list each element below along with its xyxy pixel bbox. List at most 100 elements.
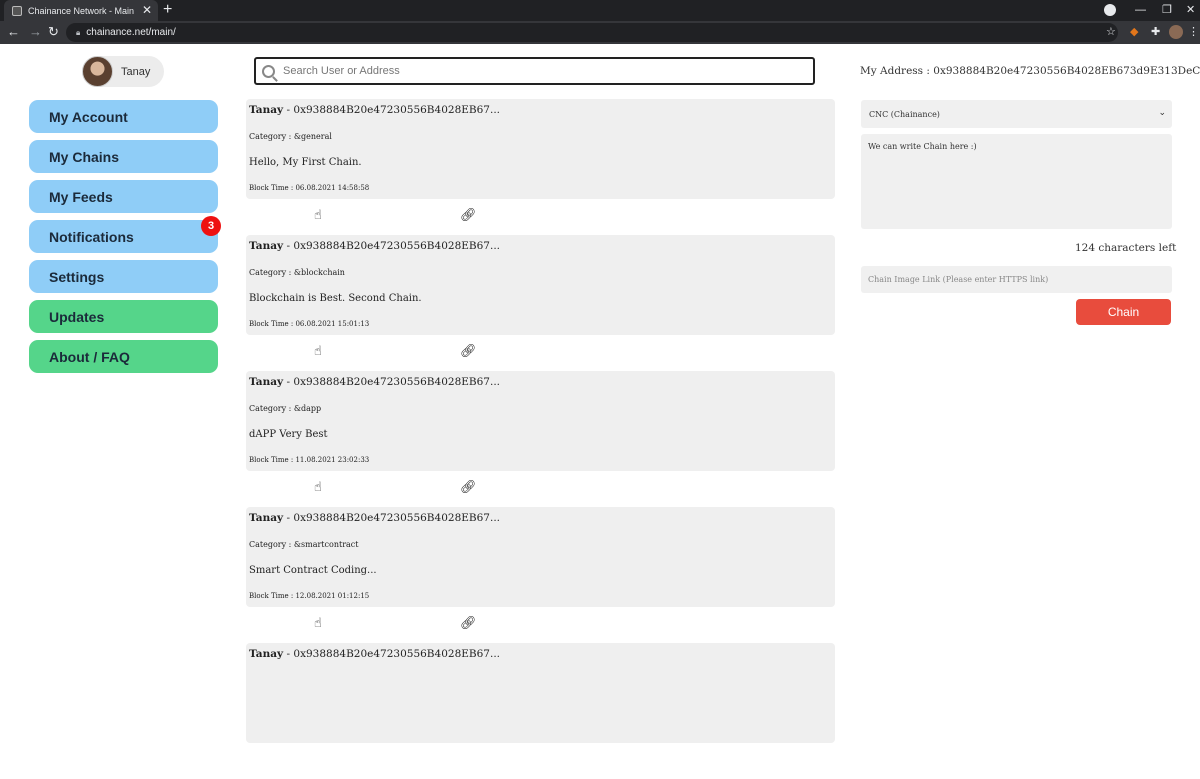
- feed-post: Tanay - 0x938884B20e47230556B4028EB67...…: [246, 99, 835, 235]
- network-selected-value: CNC (Chainance): [869, 109, 940, 119]
- post-category: Category : &dapp: [249, 404, 322, 413]
- nav-notifications[interactable]: Notifications 3: [29, 216, 221, 253]
- url-path: /main/: [148, 27, 176, 38]
- post-block-time: Block Time : 12.08.2021 01:12:15: [249, 592, 370, 600]
- browser-tab[interactable]: Chainance Network - Main ✕: [4, 0, 158, 21]
- post-text: dAPP Very Best: [249, 429, 328, 440]
- forward-icon[interactable]: →: [29, 24, 42, 40]
- post-address[interactable]: 0x938884B20e47230556B4028EB67...: [293, 512, 500, 524]
- lock-icon: 🔒︎: [76, 27, 81, 37]
- post-separator: -: [283, 376, 294, 388]
- browser-menu-icon[interactable]: ⋮: [1188, 25, 1199, 39]
- metamask-extension-icon[interactable]: ◆: [1130, 25, 1138, 39]
- post-header: Tanay - 0x938884B20e47230556B4028EB67...: [249, 104, 500, 116]
- nav-label: Updates: [49, 308, 105, 325]
- post-header: Tanay - 0x938884B20e47230556B4028EB67...: [249, 512, 500, 524]
- post-address[interactable]: 0x938884B20e47230556B4028EB67...: [293, 648, 500, 660]
- bookmark-star-icon[interactable]: ☆: [1106, 25, 1116, 39]
- post-card[interactable]: Tanay - 0x938884B20e47230556B4028EB67...…: [246, 371, 835, 471]
- link-chain-icon[interactable]: 🔗︎: [460, 207, 477, 223]
- browser-toolbar: ← → ↻ 🔒︎ chainance.net/main/ ☆ ◆ ✚ ⋮: [0, 21, 1200, 44]
- user-name: Tanay: [121, 65, 151, 78]
- feed-post: Tanay - 0x938884B20e47230556B4028EB67...: [246, 643, 835, 779]
- post-text: Blockchain is Best. Second Chain.: [249, 293, 422, 304]
- chain-image-link-input[interactable]: Chain Image Link (Please enter HTTPS lin…: [861, 266, 1172, 293]
- post-block-time: Block Time : 06.08.2021 14:58:58: [249, 184, 370, 192]
- post-block-time: Block Time : 11.08.2021 23:02:33: [249, 456, 370, 464]
- post-author[interactable]: Tanay: [249, 104, 283, 116]
- post-header: Tanay - 0x938884B20e47230556B4028EB67...: [249, 648, 500, 660]
- chevron-down-icon: ⌄: [1158, 108, 1166, 118]
- search-icon: [262, 64, 275, 78]
- chrome-profile-icon[interactable]: [1104, 4, 1116, 16]
- tab-close-icon[interactable]: ✕: [142, 3, 152, 17]
- nav-label: My Feeds: [49, 188, 113, 205]
- post-text: Hello, My First Chain.: [249, 157, 362, 168]
- post-category: Category : &smartcontract: [249, 540, 359, 549]
- nav-label: Notifications: [49, 228, 134, 245]
- nav-my-feeds[interactable]: My Feeds: [29, 180, 218, 213]
- image-link-placeholder: Chain Image Link (Please enter HTTPS lin…: [868, 275, 1049, 284]
- search-box: [254, 57, 815, 85]
- post-author[interactable]: Tanay: [249, 240, 283, 252]
- link-chain-icon[interactable]: 🔗︎: [460, 343, 477, 359]
- back-icon[interactable]: ←: [7, 24, 20, 40]
- nav-my-chains[interactable]: My Chains: [29, 140, 218, 173]
- nav-updates[interactable]: Updates: [29, 300, 218, 333]
- post-text: Smart Contract Coding...: [249, 565, 377, 576]
- window-close-icon[interactable]: ✕: [1186, 2, 1195, 18]
- post-header: Tanay - 0x938884B20e47230556B4028EB67...: [249, 240, 500, 252]
- feed-post: Tanay - 0x938884B20e47230556B4028EB67...…: [246, 235, 835, 371]
- browser-tab-bar: Chainance Network - Main ✕ + — ❐ ✕: [0, 0, 1200, 21]
- post-separator: -: [283, 512, 294, 524]
- nav-settings[interactable]: Settings: [29, 260, 218, 293]
- nav-about-faq[interactable]: About / FAQ: [29, 340, 218, 373]
- post-address[interactable]: 0x938884B20e47230556B4028EB67...: [293, 376, 500, 388]
- search-input[interactable]: [283, 65, 783, 77]
- post-category: Category : &general: [249, 132, 332, 141]
- post-header: Tanay - 0x938884B20e47230556B4028EB67...: [249, 376, 500, 388]
- post-block-time: Block Time : 06.08.2021 15:01:13: [249, 320, 370, 328]
- network-select[interactable]: CNC (Chainance) ⌄: [861, 100, 1172, 128]
- avatar: [82, 56, 113, 87]
- minimize-icon[interactable]: —: [1135, 2, 1146, 18]
- post-card[interactable]: Tanay - 0x938884B20e47230556B4028EB67...…: [246, 99, 835, 199]
- post-address[interactable]: 0x938884B20e47230556B4028EB67...: [293, 240, 500, 252]
- sidebar-nav: My Account My Chains My Feeds Notificati…: [29, 100, 221, 380]
- post-card[interactable]: Tanay - 0x938884B20e47230556B4028EB67...: [246, 643, 835, 743]
- chain-submit-button[interactable]: Chain: [1076, 299, 1171, 325]
- link-chain-icon[interactable]: 🔗︎: [460, 479, 477, 495]
- chain-message-textarea[interactable]: We can write Chain here :): [861, 134, 1172, 229]
- post-separator: -: [283, 240, 294, 252]
- tab-title: Chainance Network - Main: [28, 5, 135, 16]
- my-address: My Address : 0x938884B20e47230556B4028EB…: [860, 65, 1200, 77]
- chain-message-text: We can write Chain here :): [868, 142, 977, 151]
- feed-list: Tanay - 0x938884B20e47230556B4028EB67...…: [246, 99, 835, 779]
- browser-profile-avatar[interactable]: [1169, 25, 1183, 39]
- post-separator: -: [283, 104, 294, 116]
- link-chain-icon[interactable]: 🔗︎: [460, 615, 477, 631]
- post-author[interactable]: Tanay: [249, 376, 283, 388]
- user-profile-pill[interactable]: Tanay: [82, 56, 164, 87]
- notification-count-badge: 3: [201, 216, 221, 236]
- post-author[interactable]: Tanay: [249, 648, 283, 660]
- nav-label: My Account: [49, 108, 128, 125]
- post-card[interactable]: Tanay - 0x938884B20e47230556B4028EB67...…: [246, 507, 835, 607]
- post-address[interactable]: 0x938884B20e47230556B4028EB67...: [293, 104, 500, 116]
- post-author[interactable]: Tanay: [249, 512, 283, 524]
- reload-icon[interactable]: ↻: [48, 24, 59, 40]
- feed-post: Tanay - 0x938884B20e47230556B4028EB67...…: [246, 507, 835, 643]
- post-category: Category : &blockchain: [249, 268, 345, 277]
- restore-icon[interactable]: ❐: [1162, 2, 1172, 18]
- extensions-puzzle-icon[interactable]: ✚: [1151, 25, 1160, 39]
- post-card[interactable]: Tanay - 0x938884B20e47230556B4028EB67...…: [246, 235, 835, 335]
- like-hand-icon[interactable]: ☝︎: [314, 479, 322, 495]
- new-tab-button[interactable]: +: [163, 1, 172, 19]
- like-hand-icon[interactable]: ☝︎: [314, 615, 322, 631]
- like-hand-icon[interactable]: ☝︎: [314, 343, 322, 359]
- nav-my-account[interactable]: My Account: [29, 100, 218, 133]
- like-hand-icon[interactable]: ☝︎: [314, 207, 322, 223]
- address-bar[interactable]: 🔒︎ chainance.net/main/: [66, 23, 1118, 42]
- characters-left-counter: 124 characters left: [1075, 242, 1177, 254]
- page: Tanay My Account My Chains My Feeds Noti…: [0, 44, 1200, 743]
